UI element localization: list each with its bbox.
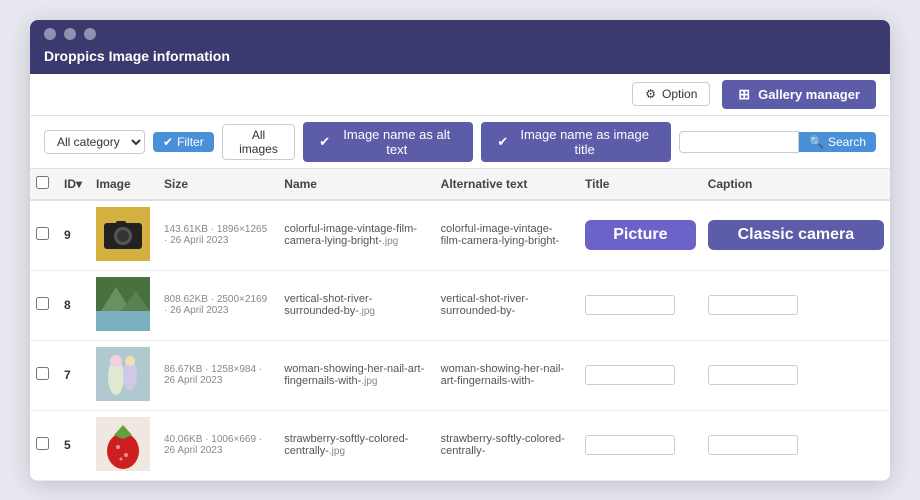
row-checkbox[interactable]	[36, 367, 49, 380]
cell-id: 5	[58, 410, 90, 480]
cell-image	[90, 410, 158, 480]
toggle-alt-label: Image name as alt text	[336, 127, 457, 157]
cell-caption	[702, 340, 890, 410]
cell-image	[90, 340, 158, 410]
toolbar: All category ✔ Filter All images ✔ Image…	[30, 116, 890, 169]
toggle-image-title-button[interactable]: ✔ Image name as image title	[481, 122, 671, 162]
table-row: 9143.61KB · 1896×1265 · 26 April 2023col…	[30, 200, 890, 271]
check-icon: ✔	[163, 135, 173, 149]
cell-alt-text: woman-showing-her-nail-art-fingernails-w…	[435, 340, 579, 410]
cell-name: colorful-image-vintage-film-camera-lying…	[278, 200, 434, 271]
header-size: Size	[158, 169, 278, 200]
cell-id: 7	[58, 340, 90, 410]
header-image: Image	[90, 169, 158, 200]
cell-size: 808.62KB · 2500×2169 · 26 April 2023	[158, 270, 278, 340]
dot-3	[84, 28, 96, 40]
search-icon: 🔍	[809, 135, 824, 149]
toggle-alt-text-button[interactable]: ✔ Image name as alt text	[303, 122, 473, 162]
search-label: Search	[828, 135, 866, 149]
title-input[interactable]	[585, 365, 675, 385]
cell-id: 9	[58, 200, 90, 271]
table-row: 540.06KB · 1006×669 · 26 April 2023straw…	[30, 410, 890, 480]
select-all-checkbox[interactable]	[36, 176, 49, 189]
main-window: Droppics Image information ⚙ Option ⊞ Ga…	[30, 20, 890, 481]
caption-input[interactable]	[708, 365, 798, 385]
check-icon-alt: ✔	[319, 134, 330, 150]
all-images-button[interactable]: All images	[222, 124, 296, 160]
row-checkbox[interactable]	[36, 227, 49, 240]
cell-image	[90, 200, 158, 271]
gallery-manager-button[interactable]: ⊞ Gallery manager	[722, 80, 876, 109]
title-highlight: Picture	[585, 220, 696, 250]
header-id: ID▾	[58, 169, 90, 200]
option-label: Option	[662, 87, 697, 101]
option-button[interactable]: ⚙ Option	[632, 82, 710, 106]
cell-name: vertical-shot-river-surrounded-by-.jpg	[278, 270, 434, 340]
cell-size: 143.61KB · 1896×1265 · 26 April 2023	[158, 200, 278, 271]
cell-caption	[702, 270, 890, 340]
cell-title	[579, 410, 702, 480]
row-checkbox[interactable]	[36, 297, 49, 310]
title-input[interactable]	[585, 435, 675, 455]
grid-icon: ⊞	[738, 86, 750, 103]
dot-2	[64, 28, 76, 40]
cell-alt-text: vertical-shot-river-surrounded-by-	[435, 270, 579, 340]
caption-input[interactable]	[708, 295, 798, 315]
cell-id: 8	[58, 270, 90, 340]
search-button[interactable]: 🔍 Search	[799, 132, 876, 152]
cell-name: woman-showing-her-nail-art-fingernails-w…	[278, 340, 434, 410]
table-container: ID▾ Image Size Name Alternative text Tit…	[30, 169, 890, 481]
cell-size: 40.06KB · 1006×669 · 26 April 2023	[158, 410, 278, 480]
cell-title	[579, 340, 702, 410]
filter-button[interactable]: ✔ Filter	[153, 132, 214, 152]
header-title: Title	[579, 169, 702, 200]
cell-size: 86.67KB · 1258×984 · 26 April 2023	[158, 340, 278, 410]
row-checkbox[interactable]	[36, 437, 49, 450]
cell-alt-text: strawberry-softly-colored-centrally-	[435, 410, 579, 480]
cell-alt-text: colorful-image-vintage-film-camera-lying…	[435, 200, 579, 271]
search-input[interactable]	[679, 131, 799, 153]
filter-label: Filter	[177, 135, 204, 149]
cell-title: Picture	[579, 200, 702, 271]
window-title: Droppics Image information	[44, 42, 230, 66]
header-alt-text: Alternative text	[435, 169, 579, 200]
table-row: 786.67KB · 1258×984 · 26 April 2023woman…	[30, 340, 890, 410]
cell-title	[579, 270, 702, 340]
table-header-row: ID▾ Image Size Name Alternative text Tit…	[30, 169, 890, 200]
all-images-label: All images	[239, 128, 278, 156]
dot-1	[44, 28, 56, 40]
toggle-title-label: Image name as image title	[514, 127, 655, 157]
title-input[interactable]	[585, 295, 675, 315]
search-box: 🔍 Search	[679, 131, 876, 153]
images-table: ID▾ Image Size Name Alternative text Tit…	[30, 169, 890, 481]
header-name: Name	[278, 169, 434, 200]
gallery-label: Gallery manager	[758, 87, 860, 102]
gear-icon: ⚙	[645, 87, 656, 101]
cell-caption	[702, 410, 890, 480]
check-icon-title: ✔	[497, 134, 508, 150]
caption-highlight: Classic camera	[708, 220, 884, 250]
table-row: 8808.62KB · 2500×2169 · 26 April 2023ver…	[30, 270, 890, 340]
header-bar: ⚙ Option ⊞ Gallery manager	[30, 74, 890, 116]
category-select[interactable]: All category	[44, 130, 145, 154]
cell-caption: Classic camera	[702, 200, 890, 271]
header-checkbox	[30, 169, 58, 200]
header-caption: Caption	[702, 169, 890, 200]
cell-image	[90, 270, 158, 340]
caption-input[interactable]	[708, 435, 798, 455]
cell-name: strawberry-softly-colored-centrally-.jpg	[278, 410, 434, 480]
